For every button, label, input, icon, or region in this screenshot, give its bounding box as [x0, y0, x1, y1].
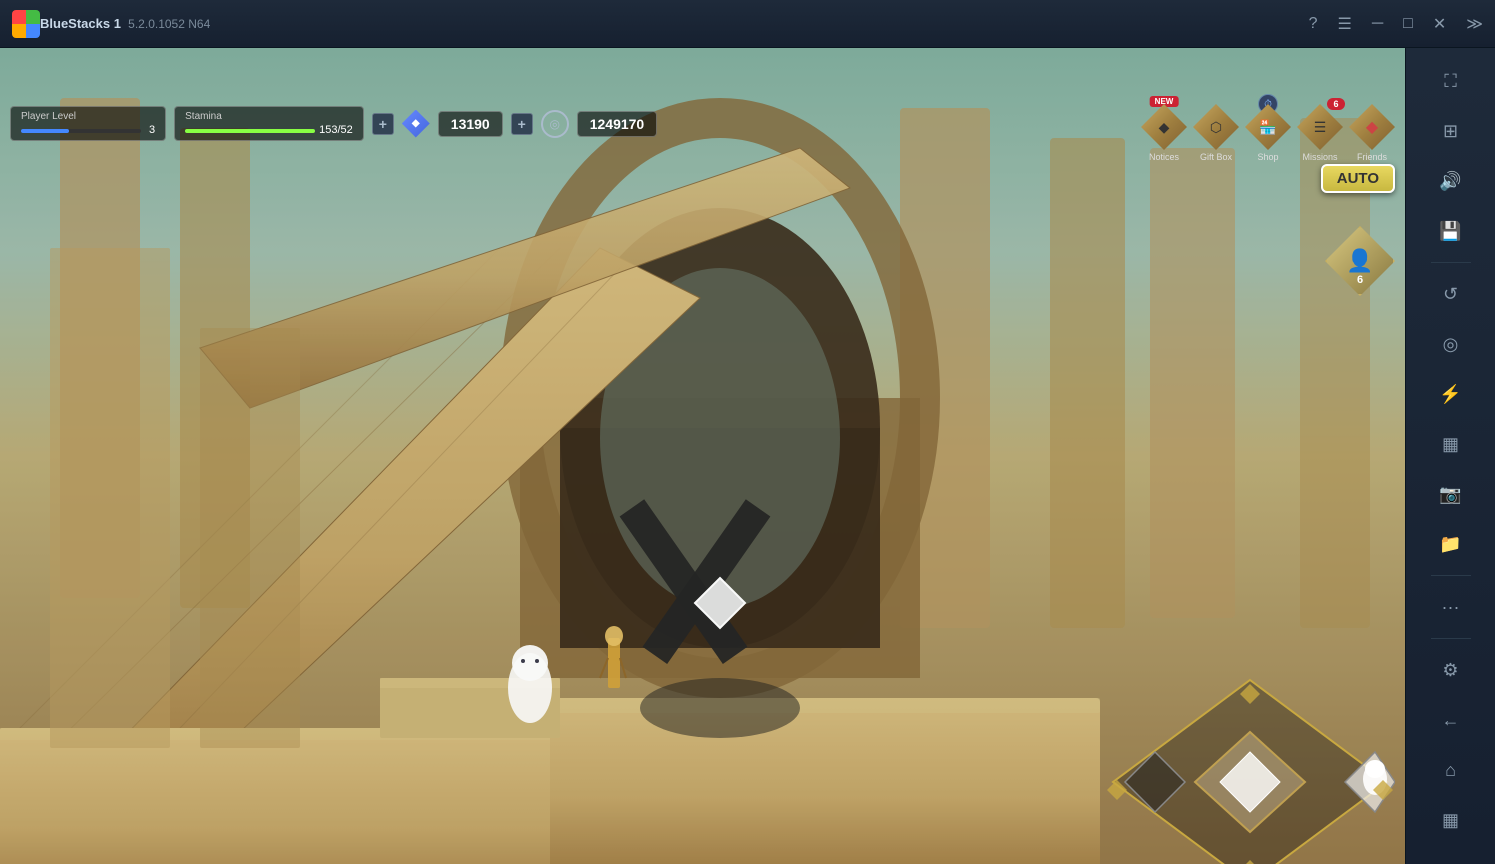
app-title: BlueStacks 1 5.2.0.1052 N64	[40, 16, 1309, 31]
sidebar-divider-1	[1431, 262, 1471, 263]
record-button[interactable]: ◎	[1426, 321, 1476, 367]
friends-button[interactable]: ◆ Friends	[1349, 104, 1395, 162]
shop-icon: 🏪	[1245, 104, 1291, 150]
currency1-add-button[interactable]: +	[511, 113, 533, 135]
auto-button[interactable]: AUTO	[1321, 164, 1395, 193]
back-button[interactable]: ←	[1426, 697, 1476, 743]
hud-top-right: NEW ◆ Notices ⬡ Gift Box ⏱	[1141, 104, 1395, 162]
screenshot-save-button[interactable]: 💾	[1426, 208, 1476, 254]
missions-label: Missions	[1302, 152, 1337, 162]
stamina-add-button[interactable]: +	[372, 113, 394, 135]
window-controls: ? ☰ ─ □ ✕ ≫	[1309, 14, 1483, 34]
friends-label: Friends	[1357, 152, 1387, 162]
home-button[interactable]: ⌂	[1426, 747, 1476, 793]
missions-count-badge: 6	[1327, 98, 1345, 110]
friends-icon: ◆	[1349, 104, 1395, 150]
volume-button[interactable]: 🔊	[1426, 158, 1476, 204]
settings-button[interactable]: ⚙	[1426, 647, 1476, 693]
game-viewport[interactable]: Player Level 3 Stamina 153/52 +	[0, 48, 1405, 864]
menu-icon[interactable]: ☰	[1337, 14, 1351, 34]
missions-button[interactable]: 6 ☰ Missions	[1297, 104, 1343, 162]
multi-instance-button[interactable]: ⊞	[1426, 108, 1476, 154]
screenshot-button[interactable]: 📷	[1426, 471, 1476, 517]
shop-button[interactable]: ⏱ 🏪 Shop	[1245, 104, 1291, 162]
close-icon[interactable]: ✕	[1433, 14, 1446, 34]
bluestacks-logo	[12, 10, 40, 38]
notices-button[interactable]: NEW ◆ Notices	[1141, 104, 1187, 162]
apk-button[interactable]: ▦	[1426, 421, 1476, 467]
missions-icon: ☰	[1297, 104, 1343, 150]
fullscreen-button[interactable]: ⛶	[1426, 58, 1476, 104]
sidebar: ⛶ ⊞ 🔊 💾 ↺ ◎ ⚡ ▦ 📷 📁 ··· ⚙ ← ⌂ ▦	[1405, 48, 1495, 864]
sidebar-divider-2	[1431, 575, 1471, 576]
boost-button[interactable]: ⚡	[1426, 371, 1476, 417]
more-button[interactable]: ···	[1426, 584, 1476, 630]
sidebar-divider-3	[1431, 638, 1471, 639]
giftbox-button[interactable]: ⬡ Gift Box	[1193, 104, 1239, 162]
rotate-button[interactable]: ↺	[1426, 271, 1476, 317]
giftbox-label: Gift Box	[1200, 152, 1232, 162]
titlebar: BlueStacks 1 5.2.0.1052 N64 ? ☰ ─ □ ✕ ≫	[0, 0, 1495, 48]
maximize-icon[interactable]: □	[1403, 15, 1413, 33]
shop-label: Shop	[1257, 152, 1278, 162]
collapse-icon[interactable]: ≫	[1466, 14, 1483, 34]
minimize-icon[interactable]: ─	[1372, 15, 1383, 33]
giftbox-icon: ⬡	[1193, 104, 1239, 150]
game-scene-svg	[0, 48, 1405, 864]
notices-label: Notices	[1149, 152, 1179, 162]
apps-button[interactable]: ▦	[1426, 797, 1476, 843]
notices-icon: ◆	[1141, 104, 1187, 150]
help-icon[interactable]: ?	[1309, 15, 1318, 33]
files-button[interactable]: 📁	[1426, 521, 1476, 567]
